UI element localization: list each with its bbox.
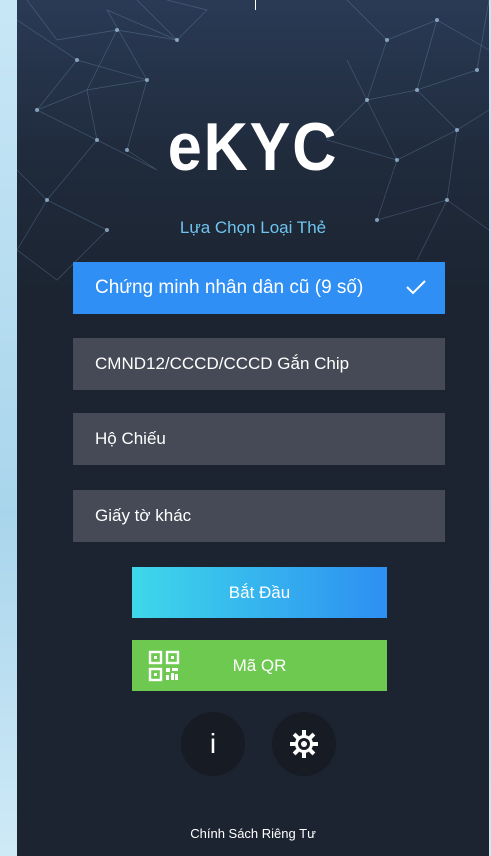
- card-option-label: Giấy tờ khác: [95, 506, 192, 525]
- app-screen: eKYC Lựa Chọn Loại Thẻ Chứng minh nhân d…: [17, 0, 489, 856]
- card-option-label: Hộ Chiếu: [95, 429, 166, 448]
- card-option-label: Chứng minh nhân dân cũ (9 số): [95, 277, 364, 298]
- gear-icon: [290, 730, 318, 758]
- card-option-old-id[interactable]: Chứng minh nhân dân cũ (9 số): [73, 262, 445, 314]
- card-option-cmnd12-cccd[interactable]: CMND12/CCCD/CCCD Gắn Chip: [73, 338, 445, 390]
- settings-button[interactable]: [272, 712, 336, 776]
- qr-code-icon: [148, 650, 180, 682]
- card-type-heading: Lựa Chọn Loại Thẻ: [179, 218, 327, 237]
- privacy-policy-link[interactable]: Chính Sách Riêng Tư: [17, 826, 489, 841]
- qr-button[interactable]: Mã QR: [132, 640, 387, 691]
- check-icon: [406, 280, 426, 295]
- info-button[interactable]: i: [181, 712, 245, 776]
- info-icon: i: [209, 728, 217, 759]
- qr-button-label: Mã QR: [232, 655, 287, 675]
- start-button[interactable]: Bắt Đầu: [132, 567, 387, 618]
- card-option-passport[interactable]: Hộ Chiếu: [73, 413, 445, 465]
- app-title: eKYC: [167, 109, 339, 185]
- start-button-label: Bắt Đầu: [228, 582, 291, 602]
- top-divider: [255, 0, 256, 10]
- card-option-label: CMND12/CCCD/CCCD Gắn Chip: [95, 354, 350, 373]
- card-option-other[interactable]: Giấy tờ khác: [73, 490, 445, 542]
